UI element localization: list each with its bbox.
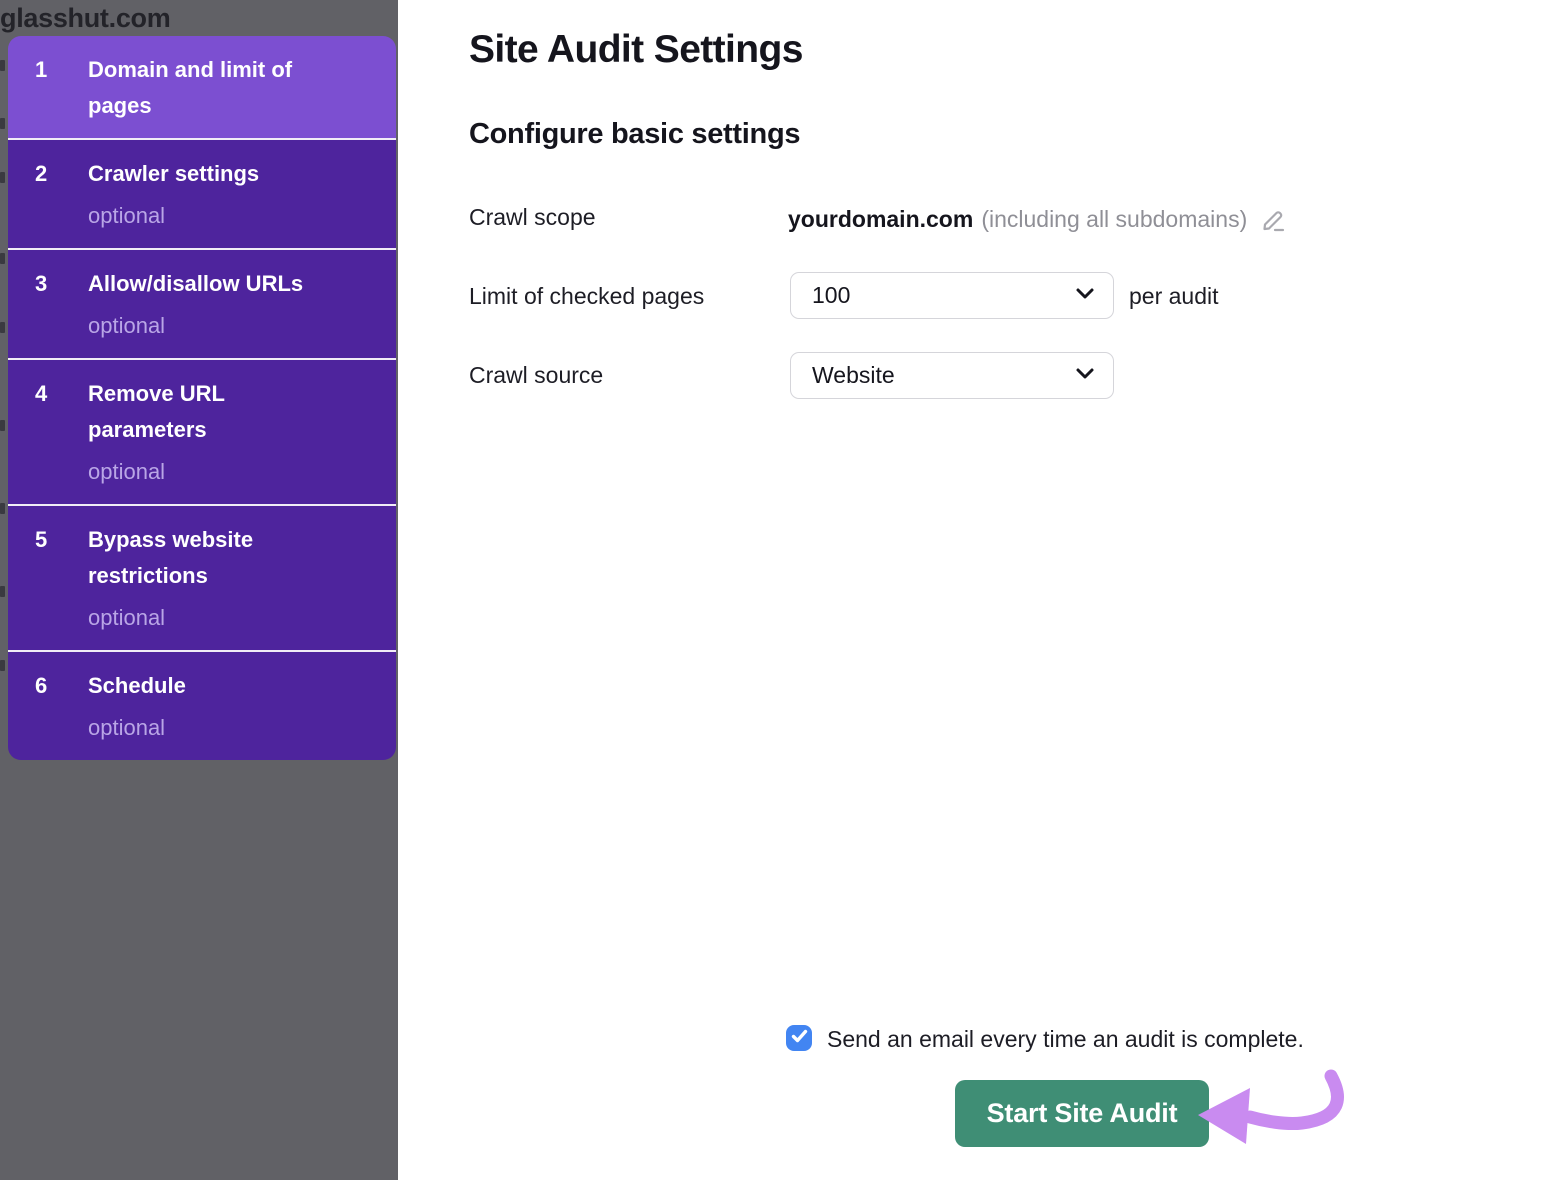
- crawl-source-select-value: Website: [812, 362, 895, 389]
- start-site-audit-button[interactable]: Start Site Audit: [955, 1080, 1209, 1147]
- step-domain-and-limit[interactable]: 1 Domain and limit of pages: [8, 36, 396, 138]
- crawl-source-label: Crawl source: [469, 362, 603, 389]
- checkmark-icon: [791, 1029, 808, 1048]
- step-title: Crawler settings: [88, 156, 334, 192]
- pencil-icon[interactable]: [1259, 204, 1289, 234]
- email-checkbox-label: Send an email every time an audit is com…: [827, 1026, 1304, 1053]
- background-remnant: [0, 60, 5, 71]
- step-bypass-website-restrictions[interactable]: 5 Bypass website restrictions optional: [8, 504, 396, 650]
- step-optional-label: optional: [88, 308, 384, 344]
- crawl-scope-note: (including all subdomains): [981, 206, 1247, 233]
- background-remnant: [0, 253, 5, 264]
- step-number: 4: [35, 376, 88, 490]
- start-site-audit-button-label: Start Site Audit: [987, 1098, 1178, 1129]
- limit-of-checked-pages-label: Limit of checked pages: [469, 283, 704, 310]
- step-number: 6: [35, 668, 88, 746]
- step-title: Remove URL parameters: [88, 376, 334, 448]
- annotation-arrow-icon: [1190, 1068, 1350, 1169]
- chevron-down-icon: [1075, 367, 1095, 385]
- per-audit-suffix: per audit: [1129, 283, 1219, 310]
- background-remnant: [0, 322, 5, 333]
- step-title: Domain and limit of pages: [88, 52, 334, 124]
- step-number: 5: [35, 522, 88, 636]
- background-remnant: [0, 118, 5, 129]
- crawl-scope-value: yourdomain.com (including all subdomains…: [788, 204, 1289, 234]
- background-remnant: [0, 420, 5, 431]
- background-remnant: [0, 660, 5, 671]
- crawl-source-select[interactable]: Website: [790, 352, 1114, 399]
- step-optional-label: optional: [88, 600, 384, 636]
- step-crawler-settings[interactable]: 2 Crawler settings optional: [8, 138, 396, 248]
- step-remove-url-parameters[interactable]: 4 Remove URL parameters optional: [8, 358, 396, 504]
- step-title: Bypass website restrictions: [88, 522, 334, 594]
- step-optional-label: optional: [88, 710, 384, 746]
- page-title: Site Audit Settings: [469, 28, 803, 72]
- email-checkbox[interactable]: [786, 1025, 812, 1051]
- step-title: Allow/disallow URLs: [88, 266, 334, 302]
- step-allow-disallow-urls[interactable]: 3 Allow/disallow URLs optional: [8, 248, 396, 358]
- limit-select[interactable]: 100: [790, 272, 1114, 319]
- section-title: Configure basic settings: [469, 118, 800, 151]
- limit-select-value: 100: [812, 282, 850, 309]
- background-remnant: [0, 172, 5, 183]
- step-title: Schedule: [88, 668, 334, 704]
- background-remnant: [0, 586, 5, 597]
- step-number: 3: [35, 266, 88, 344]
- step-optional-label: optional: [88, 454, 384, 490]
- background-remnant: [0, 503, 5, 514]
- wizard-steps-sidebar: 1 Domain and limit of pages 2 Crawler se…: [8, 36, 396, 760]
- step-schedule[interactable]: 6 Schedule optional: [8, 650, 396, 760]
- crawl-scope-domain: yourdomain.com: [788, 206, 973, 233]
- chevron-down-icon: [1075, 287, 1095, 305]
- background-domain-text: glasshut.com: [0, 3, 170, 34]
- site-audit-settings-pane: Site Audit Settings Configure basic sett…: [398, 0, 1568, 1180]
- crawl-scope-label: Crawl scope: [469, 204, 596, 231]
- step-optional-label: optional: [88, 198, 384, 234]
- step-number: 2: [35, 156, 88, 234]
- step-number: 1: [35, 52, 88, 124]
